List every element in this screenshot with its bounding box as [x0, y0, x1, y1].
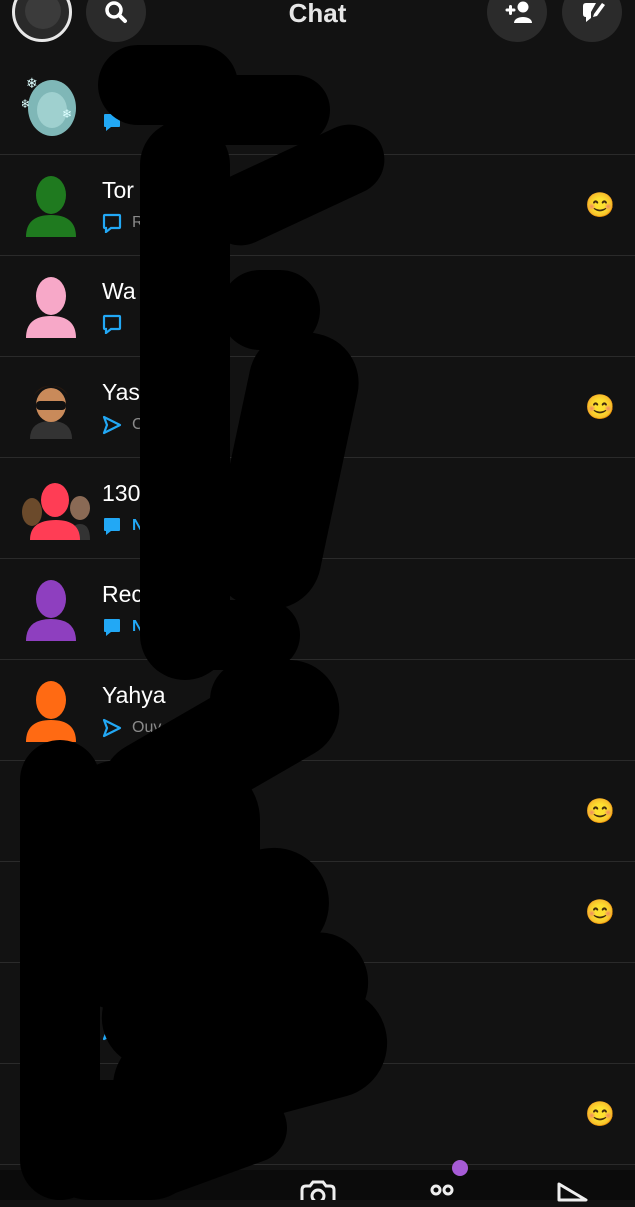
svg-text:❄: ❄ — [26, 75, 38, 91]
stories-icon[interactable] — [424, 1180, 464, 1200]
group-avatar[interactable] — [22, 478, 90, 540]
silhouette-avatar[interactable] — [22, 276, 80, 338]
silhouette-avatar[interactable] — [22, 680, 80, 742]
chat-filled-icon — [102, 516, 122, 536]
chat-outline-icon — [102, 213, 122, 235]
silhouette-avatar[interactable] — [22, 579, 80, 641]
chat-contact-name: Yahya — [102, 682, 166, 708]
camera-icon[interactable] — [298, 1180, 338, 1200]
silhouette-avatar[interactable] — [22, 175, 80, 237]
snow-bitmoji-avatar[interactable]: ❄ ❄ ❄ — [20, 74, 80, 136]
svg-text:❄: ❄ — [62, 107, 72, 121]
spotlight-icon[interactable] — [556, 1182, 590, 1202]
add-friend-icon — [505, 1, 532, 23]
chat-status — [102, 314, 132, 336]
chat-contact-name: Yas — [102, 379, 140, 405]
friend-emoji-icon: 😊 — [585, 192, 615, 219]
chat-filled-icon — [102, 617, 122, 637]
header-bar: Chat — [0, 0, 635, 48]
bitmoji-avatar[interactable] — [22, 377, 80, 439]
chat-outline-icon — [102, 314, 122, 336]
chat-contact-name: Wa — [102, 278, 136, 304]
friend-emoji-icon: 😊 — [585, 798, 615, 825]
chat-status: C — [102, 415, 144, 435]
send-arrow-icon — [102, 415, 122, 435]
friend-emoji-icon: 😊 — [585, 394, 615, 421]
new-chat-icon — [583, 3, 605, 22]
add-friend-button[interactable] — [487, 0, 547, 42]
send-arrow-icon — [102, 718, 122, 738]
friend-emoji-icon: 😊 — [585, 899, 615, 926]
svg-text:❄: ❄ — [22, 97, 30, 111]
chat-contact-name: Tor — [102, 177, 134, 203]
new-chat-button[interactable] — [562, 0, 622, 42]
stories-badge — [452, 1160, 468, 1176]
chat-status: R — [102, 213, 144, 235]
friend-emoji-icon: 😊 — [585, 1101, 615, 1128]
